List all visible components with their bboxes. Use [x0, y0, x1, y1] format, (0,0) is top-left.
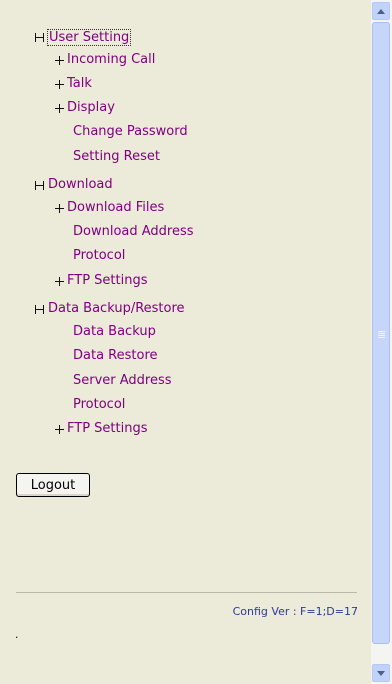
grip-line: [378, 331, 385, 332]
footer-divider: [16, 592, 357, 593]
expand-icon[interactable]: [55, 424, 64, 434]
config-version: Config Ver : F=1;D=17: [232, 605, 358, 618]
menu-item-label: Data Restore: [73, 348, 158, 363]
vertical-scrollbar[interactable]: [371, 0, 392, 684]
menu-item-label: Display: [67, 100, 115, 115]
menu-item-talk[interactable]: Talk: [55, 75, 92, 93]
menu-item-incoming-call[interactable]: Incoming Call: [55, 51, 155, 69]
main-content: User Setting Incoming Call Talk Display …: [0, 0, 371, 684]
expand-icon[interactable]: [55, 79, 64, 89]
menu-section-label: User Setting: [47, 28, 132, 46]
menu-item-label: Protocol: [73, 397, 126, 412]
menu-item-label: Download Address: [73, 224, 194, 239]
menu-item-label: Data Backup: [73, 324, 156, 339]
menu-item-download-address[interactable]: Download Address: [73, 223, 194, 241]
expand-icon[interactable]: [55, 276, 64, 286]
menu-item-change-password[interactable]: Change Password: [73, 123, 188, 141]
collapse-icon[interactable]: [35, 32, 44, 42]
menu-section-label: Download: [48, 177, 113, 192]
menu-item-download-protocol[interactable]: Protocol: [73, 247, 125, 265]
menu-section-data-backup-restore[interactable]: Data Backup/Restore: [35, 300, 186, 318]
menu-item-label: Talk: [67, 76, 92, 91]
menu-item-label: Change Password: [73, 124, 188, 139]
menu-section-download[interactable]: Download: [35, 176, 114, 194]
scroll-down-button[interactable]: [372, 664, 390, 682]
expand-icon[interactable]: [55, 203, 64, 213]
menu-item-label: Server Address: [73, 373, 172, 388]
menu-item-download-files[interactable]: Download Files: [55, 199, 164, 217]
scrollbar-thumb[interactable]: [372, 22, 390, 644]
footer-dot: .: [15, 628, 19, 641]
grip-line: [378, 335, 385, 336]
menu-item-data-backup[interactable]: Data Backup: [73, 323, 156, 341]
expand-icon[interactable]: [55, 55, 64, 65]
menu-item-data-restore[interactable]: Data Restore: [73, 347, 158, 365]
menu-item-server-address[interactable]: Server Address: [73, 372, 172, 390]
collapse-icon[interactable]: [35, 304, 44, 314]
menu-item-label: FTP Settings: [67, 273, 148, 288]
chevron-up-icon: [377, 8, 385, 14]
menu-item-label: Download Files: [67, 200, 165, 215]
menu-item-label: FTP Settings: [67, 421, 148, 436]
menu-item-display[interactable]: Display: [55, 99, 115, 117]
grip-line: [378, 333, 385, 334]
collapse-icon[interactable]: [35, 180, 44, 190]
menu-item-label: Setting Reset: [73, 149, 160, 164]
scroll-up-button[interactable]: [372, 2, 390, 20]
menu-item-label: Incoming Call: [67, 52, 156, 67]
menu-item-backup-protocol[interactable]: Protocol: [73, 396, 125, 414]
logout-button[interactable]: Logout: [16, 473, 90, 497]
grip-line: [378, 337, 385, 338]
expand-icon[interactable]: [55, 103, 64, 113]
menu-item-download-ftp-settings[interactable]: FTP Settings: [55, 272, 147, 290]
menu-item-label: Protocol: [73, 248, 126, 263]
menu-item-setting-reset[interactable]: Setting Reset: [73, 148, 160, 166]
menu-section-user-setting[interactable]: User Setting: [35, 28, 132, 46]
menu-section-label: Data Backup/Restore: [48, 301, 185, 316]
chevron-down-icon: [377, 670, 385, 676]
menu-item-backup-ftp-settings[interactable]: FTP Settings: [55, 420, 147, 438]
